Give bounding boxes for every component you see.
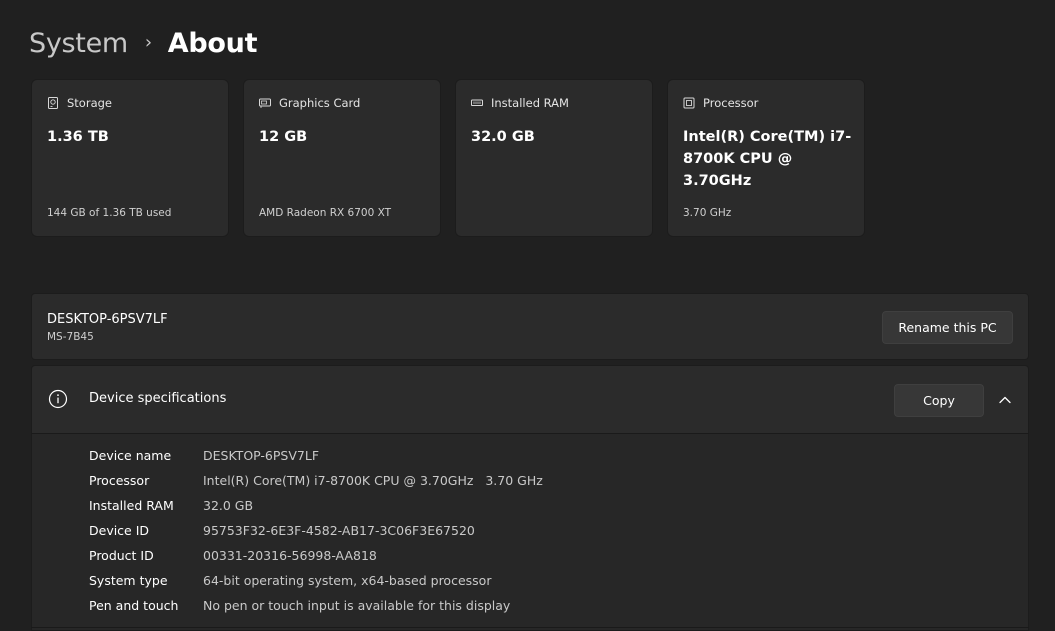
pc-name: DESKTOP-6PSV7LF — [47, 312, 168, 327]
card-value: 12 GB — [259, 129, 308, 145]
spec-cards: Storage 1.36 TB 144 GB of 1.36 TB used G… — [31, 79, 865, 237]
spec-key: System type — [89, 573, 168, 588]
spec-row: Device name DESKTOP-6PSV7LF — [89, 443, 543, 468]
graphics-card-card[interactable]: Graphics Card 12 GB AMD Radeon RX 6700 X… — [243, 79, 441, 237]
spec-key: Device ID — [89, 523, 150, 538]
storage-icon — [47, 97, 59, 109]
breadcrumb: System › About — [29, 22, 258, 64]
page-title: About — [167, 27, 258, 59]
spec-value: Intel(R) Core(TM) i7-8700K CPU @ 3.70GHz… — [203, 473, 543, 488]
card-subtext: 3.70 GHz — [683, 207, 732, 219]
spec-row: Device ID 95753F32-6E3F-4582-AB17-3C06F3… — [89, 518, 543, 543]
ram-icon — [471, 97, 483, 109]
card-header: Storage — [47, 96, 112, 110]
spec-key: Pen and touch — [89, 598, 179, 613]
spec-value: DESKTOP-6PSV7LF — [203, 448, 320, 463]
card-subtext: 144 GB of 1.36 TB used — [47, 207, 172, 219]
rename-pc-button[interactable]: Rename this PC — [882, 311, 1013, 344]
card-value: Intel(R) Core(TM) i7-8700K CPU @ 3.70GHz — [683, 129, 852, 189]
card-value: 1.36 TB — [47, 129, 109, 145]
spec-row: Installed RAM 32.0 GB — [89, 493, 543, 518]
spec-row: Product ID 00331-20316-56998-AA818 — [89, 543, 543, 568]
processor-icon — [683, 97, 695, 109]
installed-ram-card[interactable]: Installed RAM 32.0 GB — [455, 79, 653, 237]
pc-model: MS-7B45 — [47, 331, 94, 343]
divider — [31, 627, 1029, 628]
card-header: Installed RAM — [471, 96, 569, 110]
spec-row: Pen and touch No pen or touch input is a… — [89, 593, 543, 618]
card-header: Processor — [683, 96, 758, 110]
card-label: Processor — [703, 96, 759, 110]
spec-row: Processor Intel(R) Core(TM) i7-8700K CPU… — [89, 468, 543, 493]
device-specifications-body: Device name DESKTOP-6PSV7LF Processor In… — [31, 433, 1029, 631]
spec-key: Installed RAM — [89, 498, 174, 513]
chevron-up-icon[interactable] — [998, 393, 1012, 407]
pc-name-row: DESKTOP-6PSV7LF MS-7B45 Rename this PC — [31, 293, 1029, 360]
storage-card[interactable]: Storage 1.36 TB 144 GB of 1.36 TB used — [31, 79, 229, 237]
card-subtext: AMD Radeon RX 6700 XT — [259, 207, 392, 219]
card-label: Storage — [67, 96, 112, 110]
spec-row: System type 64-bit operating system, x64… — [89, 568, 543, 593]
card-header: Graphics Card — [259, 96, 360, 110]
spec-key: Product ID — [89, 548, 154, 563]
graphics-card-icon — [259, 97, 271, 109]
spec-table: Device name DESKTOP-6PSV7LF Processor In… — [89, 443, 543, 618]
spec-key: Device name — [89, 448, 172, 463]
card-value: 32.0 GB — [471, 129, 535, 145]
processor-card[interactable]: Processor Intel(R) Core(TM) i7-8700K CPU… — [667, 79, 865, 237]
spec-value: 64-bit operating system, x64-based proce… — [203, 573, 492, 588]
spec-value: 32.0 GB — [203, 498, 254, 513]
spec-value: No pen or touch input is available for t… — [203, 598, 511, 613]
copy-button[interactable]: Copy — [894, 384, 984, 417]
breadcrumb-system[interactable]: System — [29, 28, 128, 59]
spec-value: 95753F32-6E3F-4582-AB17-3C06F3E67520 — [203, 523, 475, 538]
section-title: Device specifications — [89, 391, 227, 406]
info-icon — [48, 389, 68, 409]
card-label: Graphics Card — [279, 96, 361, 110]
device-specifications-header[interactable]: Device specifications Copy — [31, 365, 1029, 433]
spec-value: 00331-20316-56998-AA818 — [203, 548, 377, 563]
spec-key: Processor — [89, 473, 150, 488]
breadcrumb-separator: › — [144, 31, 152, 53]
card-label: Installed RAM — [491, 96, 569, 110]
